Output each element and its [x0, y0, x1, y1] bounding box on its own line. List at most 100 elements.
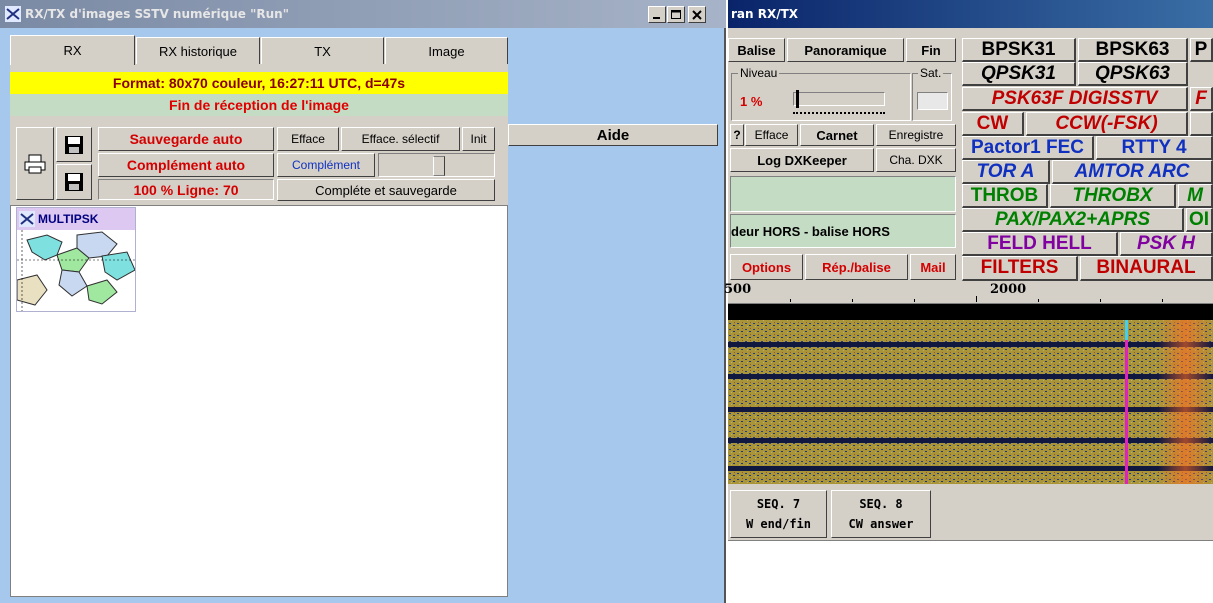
log-dxkeeper-button[interactable]: Log DXKeeper [730, 148, 874, 172]
mode-amtor-arq[interactable]: AMTOR ARC [1052, 160, 1213, 184]
mode-pax-aprs[interactable]: PAX/PAX2+APRS [962, 208, 1184, 232]
save-button-bottom[interactable] [56, 164, 92, 200]
freq-tick [790, 299, 791, 302]
info-box [730, 176, 956, 212]
rep-balise-button[interactable]: Rép./balise [805, 254, 908, 280]
received-image: MULTIPSK [16, 207, 136, 312]
mode-psk63f-digisstv[interactable]: PSK63F DIGISSTV [962, 87, 1188, 111]
mode-throb[interactable]: THROB [962, 184, 1048, 208]
aide-button[interactable]: Aide [508, 124, 718, 146]
niveau-label: Niveau [738, 66, 780, 80]
printer-icon [24, 154, 46, 173]
main-title-bar[interactable]: ran RX/TX [728, 0, 1213, 28]
options-button[interactable]: Options [730, 254, 803, 280]
efface-selectif-button[interactable]: Efface. sélectif [341, 127, 460, 151]
status-box: deur HORS - balise HORS [730, 214, 956, 248]
init-button[interactable]: Init [462, 127, 495, 151]
sauvegarde-auto-button[interactable]: Sauvegarde auto [98, 127, 274, 151]
mode-feld-hell[interactable]: FELD HELL [962, 232, 1118, 256]
efface-button[interactable]: Efface [277, 127, 339, 151]
tab-tx[interactable]: TX [261, 37, 384, 64]
maximize-button[interactable] [667, 6, 685, 23]
close-icon [692, 9, 702, 20]
balise-button[interactable]: Balise [728, 38, 785, 62]
mode-f[interactable]: F [1190, 87, 1213, 111]
mode-oi[interactable]: OI [1186, 208, 1213, 232]
minimize-icon [653, 16, 660, 19]
complement-button[interactable]: Complément [277, 153, 375, 177]
mode-filters[interactable]: FILTERS [962, 256, 1078, 281]
mode-pactor1-fec[interactable]: Pactor1 FEC [962, 136, 1094, 160]
carnet-button[interactable]: Carnet [800, 124, 874, 146]
seq-7-button[interactable]: SEQ. 7 W end/fin [730, 490, 827, 538]
maximize-icon [671, 9, 681, 19]
main-window-title: ran RX/TX [731, 7, 799, 21]
multipsk-logo-icon [19, 211, 35, 227]
tab-rx-historique[interactable]: RX historique [136, 37, 260, 64]
freq-tick-label-2000: 2000 [990, 282, 1027, 297]
print-button[interactable] [16, 127, 54, 200]
niveau-ticks [793, 112, 885, 115]
tab-image[interactable]: Image [385, 37, 508, 64]
mode-throbx[interactable]: THROBX [1050, 184, 1176, 208]
enregistre-button[interactable]: Enregistre [876, 124, 956, 146]
text-area[interactable] [728, 540, 1213, 603]
tab-rx[interactable]: RX [10, 35, 135, 65]
floppy-icon [65, 173, 83, 191]
mode-ccw-fsk[interactable]: CCW(-FSK) [1026, 112, 1188, 136]
sat-label: Sat. [918, 66, 944, 80]
image-logo-strip: MULTIPSK [17, 208, 135, 230]
sstv-title-bar[interactable]: RX/TX d'images SSTV numérique "Run" [0, 0, 726, 28]
seq-8-sub: CW answer [848, 517, 914, 531]
app-icon [5, 6, 21, 22]
sat-indicator [917, 92, 948, 110]
freq-tick [852, 299, 853, 302]
seq-8-label: SEQ. 8 [859, 497, 903, 511]
help-button[interactable]: ? [730, 124, 744, 146]
slider-thumb[interactable] [433, 156, 445, 176]
mode-psk-h[interactable]: PSK H [1120, 232, 1213, 256]
freq-tick [1162, 299, 1163, 302]
image-label: MULTIPSK [38, 212, 99, 226]
europe-map-icon [17, 230, 135, 311]
mode-rtty[interactable]: RTTY 4 [1096, 136, 1213, 160]
seq-7-label: SEQ. 7 [756, 497, 801, 511]
save-button-top[interactable] [56, 127, 92, 162]
niveau-slider[interactable] [793, 92, 885, 106]
seq-8-button[interactable]: SEQ. 8 CW answer [831, 490, 931, 538]
balise-status: deur HORS - balise HORS [731, 223, 890, 239]
cha-dxk-button[interactable]: Cha. DXK [876, 148, 956, 172]
mode-blank[interactable] [1190, 112, 1213, 136]
close-button[interactable] [688, 6, 706, 23]
mode-p[interactable]: P [1190, 38, 1213, 62]
floppy-icon [65, 135, 83, 154]
mode-bpsk63[interactable]: BPSK63 [1078, 38, 1188, 62]
progress-text: 100 % Ligne: 70 [98, 179, 274, 200]
complement-auto-button[interactable]: Complément auto [98, 153, 274, 177]
mode-binaural[interactable]: BINAURAL [1080, 256, 1213, 281]
mode-m[interactable]: M [1178, 184, 1213, 208]
waterfall-display[interactable] [728, 304, 1213, 484]
panoramique-button[interactable]: Panoramique [787, 38, 904, 62]
fin-button[interactable]: Fin [906, 38, 956, 62]
mail-button[interactable]: Mail [910, 254, 956, 280]
reception-status: Fin de réception de l'image [10, 94, 508, 116]
seq-7-sub: W end/fin [745, 517, 812, 531]
window-title: RX/TX d'images SSTV numérique "Run" [25, 7, 289, 21]
mode-tor-a[interactable]: TOR A [962, 160, 1050, 184]
efface-main-button[interactable]: Efface [745, 124, 798, 146]
tuning-marker[interactable] [1125, 320, 1128, 484]
waterfall-spectrum [728, 304, 1213, 484]
format-line: Format: 80x70 couleur, 16:27:11 UTC, d=4… [10, 72, 508, 94]
freq-tick-label-500: 500 [724, 282, 752, 297]
mode-qpsk63[interactable]: QPSK63 [1078, 62, 1188, 86]
mode-bpsk31[interactable]: BPSK31 [962, 38, 1076, 62]
complete-save-button[interactable]: Compléte et sauvegarde [277, 179, 495, 201]
frequency-scale[interactable]: 500 2000 [724, 282, 1213, 304]
complement-slider[interactable] [378, 153, 495, 177]
mode-qpsk31[interactable]: QPSK31 [962, 62, 1076, 86]
niveau-slider-thumb[interactable] [796, 90, 799, 108]
minimize-button[interactable] [648, 6, 666, 23]
mode-cw[interactable]: CW [962, 112, 1024, 136]
freq-tick [1100, 299, 1101, 302]
